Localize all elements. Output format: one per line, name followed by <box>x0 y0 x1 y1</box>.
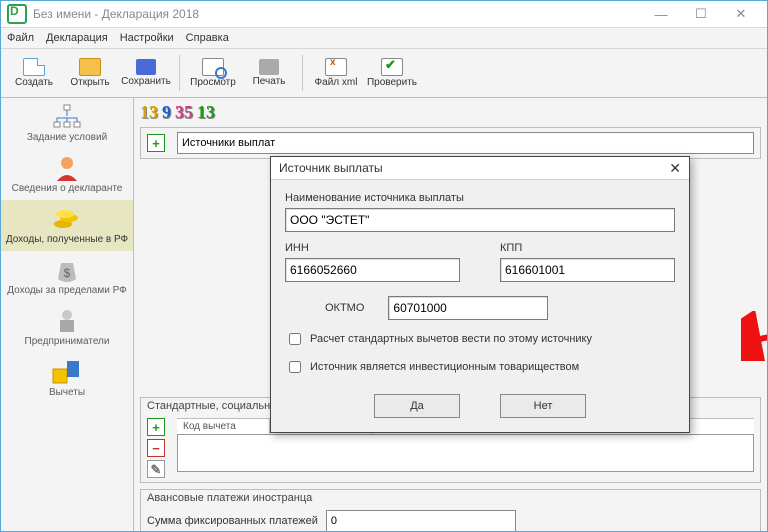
titlebar: Без имени - Декларация 2018 — ☐ ✕ <box>1 1 767 27</box>
remove-deduction-button[interactable]: − <box>147 439 165 457</box>
col-code: Код вычета <box>177 419 270 434</box>
income-source-dialog: Источник выплаты ✕ Наименование источник… <box>270 156 690 433</box>
main-panel: 13 9 35 13 + Стандартные, социальные и и… <box>134 98 767 532</box>
menubar: Файл Декларация Настройки Справка <box>1 27 767 49</box>
add-deduction-button[interactable]: + <box>147 418 165 436</box>
tree-icon <box>51 104 83 130</box>
advance-section: Авансовые платежи иностранца Сумма фикси… <box>140 489 761 532</box>
advance-label: Сумма фиксированных платежей <box>147 515 318 527</box>
dialog-close-button[interactable]: ✕ <box>669 160 681 177</box>
calculator-icon <box>51 359 83 385</box>
window-minimize-button[interactable]: — <box>641 3 681 25</box>
sources-header-input[interactable] <box>177 132 754 154</box>
folder-open-icon <box>79 58 101 76</box>
rate-tab-35[interactable]: 35 <box>175 102 193 123</box>
businessman-icon <box>51 308 83 334</box>
std-deduction-checkbox[interactable] <box>289 333 301 345</box>
toolbar-check[interactable]: Проверить <box>365 53 419 93</box>
source-name-label: Наименование источника выплаты <box>285 192 675 204</box>
window-maximize-button[interactable]: ☐ <box>681 3 721 25</box>
toolbar-preview[interactable]: Просмотр <box>186 53 240 93</box>
sources-section: + <box>140 127 761 159</box>
menu-declaration[interactable]: Декларация <box>46 32 108 44</box>
app-window: Без имени - Декларация 2018 — ☐ ✕ Файл Д… <box>0 0 768 532</box>
std-deduction-label: Расчет стандартных вычетов вести по этом… <box>310 333 592 345</box>
checkmark-icon <box>381 58 403 76</box>
kpp-input[interactable] <box>500 258 675 282</box>
svg-text:$: $ <box>64 266 71 280</box>
sidebar: Задание условий Сведения о декларанте До… <box>1 98 134 532</box>
investment-checkbox-row[interactable]: Источник является инвестиционным товарищ… <box>285 358 675 376</box>
toolbar-separator <box>179 55 180 91</box>
rate-tab-13b[interactable]: 13 <box>197 102 215 123</box>
xml-file-icon <box>325 58 347 76</box>
window-title: Без имени - Декларация 2018 <box>33 7 199 21</box>
source-name-input[interactable] <box>285 208 675 232</box>
toolbar-new[interactable]: Создать <box>7 53 61 93</box>
toolbar-separator <box>302 55 303 91</box>
sidebar-item-income-abroad[interactable]: $ Доходы за пределами РФ <box>1 251 133 302</box>
inn-label: ИНН <box>285 242 460 254</box>
sidebar-item-income-rf[interactable]: Доходы, полученные в РФ <box>1 200 133 251</box>
sidebar-item-deductions[interactable]: Вычеты <box>1 353 133 404</box>
advance-value-input[interactable] <box>326 510 516 532</box>
advance-header: Авансовые платежи иностранца <box>141 490 760 506</box>
deductions-table-body[interactable] <box>177 434 754 472</box>
diskette-icon <box>136 59 156 75</box>
toolbar: Создать Открыть Сохранить Просмотр Печат… <box>1 49 767 98</box>
add-source-button[interactable]: + <box>147 134 165 152</box>
color-tabs: 13 9 35 13 <box>140 102 761 123</box>
sidebar-item-entrepreneur[interactable]: Предприниматели <box>1 302 133 353</box>
inn-input[interactable] <box>285 258 460 282</box>
kpp-label: КПП <box>500 242 675 254</box>
dialog-no-button[interactable]: Нет <box>500 394 586 418</box>
magnifier-icon <box>202 58 224 76</box>
menu-file[interactable]: Файл <box>7 32 34 44</box>
person-icon <box>51 155 83 181</box>
sidebar-item-conditions[interactable]: Задание условий <box>1 98 133 149</box>
investment-checkbox[interactable] <box>289 361 301 373</box>
toolbar-open[interactable]: Открыть <box>63 53 117 93</box>
toolbar-save[interactable]: Сохранить <box>119 53 173 93</box>
menu-help[interactable]: Справка <box>186 32 229 44</box>
rate-tab-13a[interactable]: 13 <box>140 102 158 123</box>
oktmo-label: ОКТМО <box>325 302 364 314</box>
oktmo-input[interactable] <box>388 296 548 320</box>
rate-tab-9[interactable]: 9 <box>162 102 171 123</box>
toolbar-print[interactable]: Печать <box>242 53 296 93</box>
moneybag-icon: $ <box>51 257 83 283</box>
coins-icon <box>51 206 83 232</box>
new-file-icon <box>23 58 45 76</box>
printer-icon <box>259 59 279 75</box>
toolbar-filexml[interactable]: Файл xml <box>309 53 363 93</box>
menu-settings[interactable]: Настройки <box>120 32 174 44</box>
sidebar-item-declarant[interactable]: Сведения о декларанте <box>1 149 133 200</box>
dialog-yes-button[interactable]: Да <box>374 394 460 418</box>
window-close-button[interactable]: ✕ <box>721 3 761 25</box>
investment-label: Источник является инвестиционным товарищ… <box>310 361 579 373</box>
edit-deduction-button[interactable]: ✎ <box>147 460 165 478</box>
dialog-title: Источник выплаты <box>279 161 383 175</box>
app-logo-icon <box>7 4 27 24</box>
std-deduction-checkbox-row[interactable]: Расчет стандартных вычетов вести по этом… <box>285 330 675 348</box>
